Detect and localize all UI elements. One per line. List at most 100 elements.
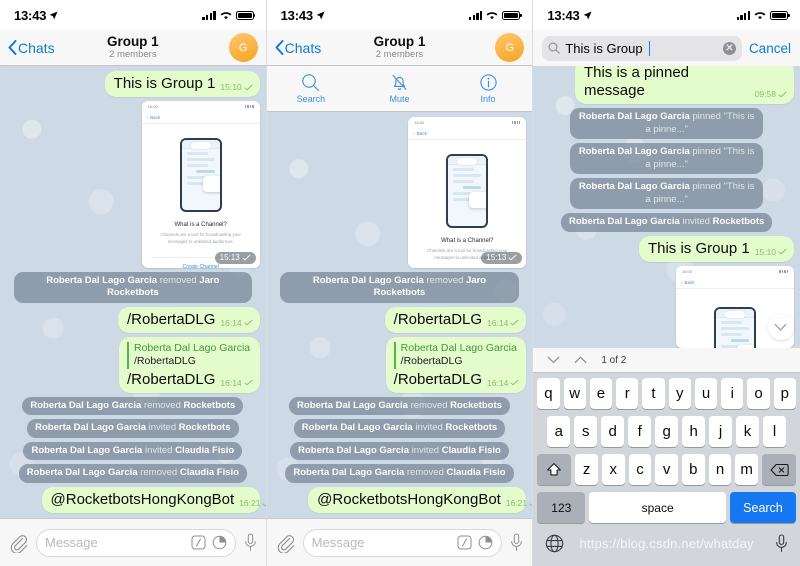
action-search[interactable]: Search: [267, 73, 356, 104]
action-info-label: Info: [480, 94, 496, 104]
key-m[interactable]: m: [735, 454, 758, 485]
message-input-field[interactable]: Message: [36, 528, 236, 557]
microphone-icon[interactable]: [244, 533, 257, 552]
message-meta: 15:10: [755, 247, 787, 258]
message-bubble-with-reply[interactable]: Roberta Dal Lago Garcia /RobertaDLG /Rob…: [119, 336, 260, 393]
photo-message[interactable]: 16:00 ‹ Back What is a Channel? Channels…: [408, 117, 527, 268]
sticker-icon[interactable]: [212, 535, 227, 550]
on-screen-keyboard: 1 of 2 q w e r t y u i o p a s d f g h j…: [533, 348, 800, 566]
chevron-up-icon[interactable]: [574, 356, 587, 364]
message-bubble-outgoing[interactable]: This is Group 1 15:10: [638, 235, 794, 262]
microphone-icon[interactable]: [510, 533, 523, 552]
key-h[interactable]: h: [682, 416, 706, 447]
microphone-icon[interactable]: [775, 533, 788, 553]
clear-circle-icon[interactable]: ✕: [722, 41, 736, 55]
key-k[interactable]: k: [736, 416, 760, 447]
system-action: removed: [159, 274, 197, 286]
key-z[interactable]: z: [575, 454, 598, 485]
message-input-field[interactable]: Message: [302, 528, 503, 557]
group-avatar[interactable]: G: [228, 33, 258, 62]
reply-text: /RobertaDLG: [400, 355, 463, 368]
status-bar: 13:43: [533, 0, 800, 30]
preview-title: What is a Channel?: [441, 238, 494, 244]
sticker-icon[interactable]: [478, 535, 493, 550]
cancel-search-button[interactable]: Cancel: [749, 41, 791, 56]
message-time: 15:10: [220, 82, 242, 92]
system-target: Claudia Fisio: [179, 467, 239, 479]
message-bubble-outgoing[interactable]: /RobertaDLG 16:14: [118, 306, 260, 333]
read-check-icon: [778, 249, 787, 255]
key-p[interactable]: p: [773, 378, 796, 409]
scroll-to-bottom-button[interactable]: [767, 314, 794, 340]
key-d[interactable]: d: [601, 416, 625, 447]
search-input[interactable]: This is Group ✕: [542, 35, 742, 61]
key-w[interactable]: w: [563, 378, 586, 409]
paperclip-icon[interactable]: [276, 533, 295, 553]
back-to-chats-button[interactable]: Chats: [8, 40, 55, 56]
key-t[interactable]: t: [642, 378, 665, 409]
backspace-key[interactable]: [762, 454, 796, 485]
read-check-icon: [242, 254, 251, 261]
globe-icon[interactable]: [545, 534, 564, 553]
slash-command-icon[interactable]: [191, 535, 206, 550]
chat-action-toolbar: Search Mute Info: [266, 66, 533, 112]
message-text: /RobertaDLG: [127, 370, 216, 388]
key-g[interactable]: g: [655, 416, 679, 447]
space-key[interactable]: space: [589, 492, 726, 523]
system-target: Claudia Fisio: [441, 444, 501, 456]
key-c[interactable]: c: [628, 454, 652, 485]
numeric-key[interactable]: 123: [537, 492, 586, 523]
key-a[interactable]: a: [547, 416, 571, 447]
system-actor: Roberta Dal Lago Garcia: [298, 444, 409, 456]
key-i[interactable]: i: [721, 378, 744, 409]
key-s[interactable]: s: [574, 416, 598, 447]
chevron-down-icon[interactable]: [547, 356, 560, 364]
message-time: 16:21: [505, 498, 528, 508]
key-q[interactable]: q: [537, 378, 560, 409]
photo-message-time: 15:13: [486, 253, 507, 263]
key-n[interactable]: n: [708, 454, 732, 485]
key-x[interactable]: x: [601, 454, 625, 485]
message-list[interactable]: 16:00 ‹ Back What is a Channel? Channels…: [266, 112, 533, 518]
key-u[interactable]: u: [694, 378, 718, 409]
key-f[interactable]: f: [628, 416, 652, 447]
photo-message[interactable]: 16:00 ‹ Back What is a Channel? Channels…: [141, 101, 260, 268]
key-v[interactable]: v: [655, 454, 678, 485]
search-return-key[interactable]: Search: [729, 492, 796, 523]
preview-status-time: 16:00: [681, 268, 692, 274]
system-actor: Roberta Dal Lago Garcia: [578, 146, 690, 158]
action-info[interactable]: Info: [444, 73, 533, 104]
key-e[interactable]: e: [589, 378, 613, 409]
paperclip-icon[interactable]: [9, 533, 28, 553]
message-bubble-outgoing[interactable]: This is a pinned message 09:58: [574, 66, 794, 104]
action-mute[interactable]: Mute: [355, 73, 444, 104]
system-action: removed: [140, 467, 178, 479]
watermark-text: https://blog.csdn.net/whatday: [579, 535, 754, 551]
wifi-icon: [220, 11, 232, 19]
key-y[interactable]: y: [668, 378, 691, 409]
message-placeholder: Message: [45, 535, 98, 550]
key-o[interactable]: o: [747, 378, 770, 409]
system-action: pinned: [692, 146, 721, 158]
keyboard-rows: q w e r t y u i o p a s d f g h j k l z …: [533, 373, 800, 526]
system-actor: Roberta Dal Lago Garcia: [46, 274, 158, 286]
reply-quote[interactable]: Roberta Dal Lago Garcia /RobertaDLG: [127, 341, 253, 369]
message-bubble-with-reply[interactable]: Roberta Dal Lago Garcia /RobertaDLG /Rob…: [385, 336, 527, 393]
message-bubble-outgoing[interactable]: @RocketbotsHongKongBot 16:21: [308, 487, 533, 513]
reply-quote[interactable]: Roberta Dal Lago Garcia /RobertaDLG: [393, 341, 520, 369]
message-bubble-outgoing[interactable]: /RobertaDLG 16:14: [384, 306, 527, 333]
shift-key[interactable]: [537, 454, 572, 485]
message-bubble-outgoing[interactable]: @RocketbotsHongKongBot 16:21: [41, 487, 266, 513]
message-list[interactable]: This is Group 1 15:10 16:00 ‹ Back What …: [0, 66, 266, 518]
slash-command-icon[interactable]: [457, 535, 472, 550]
back-to-chats-button[interactable]: Chats: [275, 40, 321, 56]
message-bubble-outgoing[interactable]: This is Group 1 15:10: [104, 71, 260, 97]
system-target: Claudia Fisio: [175, 444, 235, 456]
message-list[interactable]: This is a pinned message 09:58 Roberta D…: [533, 66, 800, 348]
group-avatar[interactable]: G: [495, 33, 525, 62]
search-icon: [548, 42, 561, 54]
key-b[interactable]: b: [681, 454, 705, 485]
key-j[interactable]: j: [709, 416, 733, 447]
key-l[interactable]: l: [763, 416, 786, 447]
key-r[interactable]: r: [616, 378, 639, 409]
